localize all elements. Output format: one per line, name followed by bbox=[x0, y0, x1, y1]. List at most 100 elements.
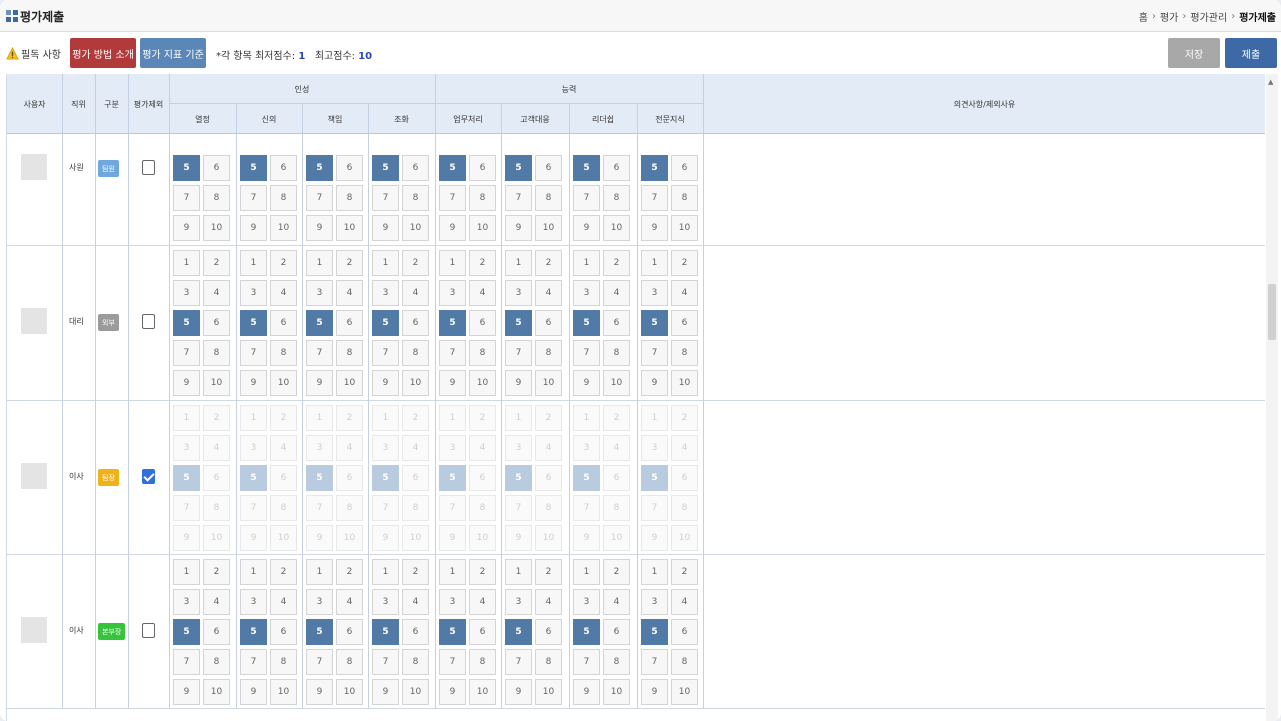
score-button[interactable]: 6 bbox=[270, 619, 297, 645]
score-button[interactable]: 5 bbox=[240, 465, 267, 491]
score-button[interactable]: 2 bbox=[336, 559, 363, 585]
score-button[interactable]: 4 bbox=[336, 589, 363, 615]
score-button[interactable]: 7 bbox=[505, 495, 532, 521]
score-button[interactable]: 3 bbox=[173, 435, 200, 461]
score-button[interactable]: 3 bbox=[641, 280, 668, 306]
score-button[interactable]: 8 bbox=[203, 185, 230, 211]
score-button[interactable]: 10 bbox=[535, 679, 562, 705]
score-button[interactable]: 10 bbox=[469, 679, 496, 705]
score-button[interactable]: 7 bbox=[505, 340, 532, 366]
score-button[interactable]: 1 bbox=[573, 405, 600, 431]
score-button[interactable]: 6 bbox=[469, 465, 496, 491]
score-button[interactable]: 6 bbox=[535, 619, 562, 645]
score-button[interactable]: 10 bbox=[336, 679, 363, 705]
breadcrumb-management[interactable]: 평가관리 bbox=[1190, 9, 1227, 24]
score-button[interactable]: 8 bbox=[270, 495, 297, 521]
score-button[interactable]: 3 bbox=[641, 589, 668, 615]
score-button[interactable]: 1 bbox=[173, 559, 200, 585]
score-button[interactable]: 7 bbox=[240, 649, 267, 675]
score-button[interactable]: 8 bbox=[402, 185, 429, 211]
score-button[interactable]: 2 bbox=[603, 559, 630, 585]
score-button[interactable]: 8 bbox=[402, 340, 429, 366]
score-button[interactable]: 7 bbox=[173, 185, 200, 211]
score-button[interactable]: 6 bbox=[203, 465, 230, 491]
score-button[interactable]: 8 bbox=[336, 340, 363, 366]
score-button[interactable]: 10 bbox=[203, 215, 230, 241]
score-button[interactable]: 5 bbox=[641, 619, 668, 645]
score-button[interactable]: 4 bbox=[469, 280, 496, 306]
score-button[interactable]: 9 bbox=[372, 525, 399, 551]
score-button[interactable]: 4 bbox=[535, 435, 562, 461]
score-button[interactable]: 2 bbox=[203, 559, 230, 585]
score-button[interactable]: 7 bbox=[173, 340, 200, 366]
score-button[interactable]: 1 bbox=[240, 250, 267, 276]
score-button[interactable]: 8 bbox=[203, 340, 230, 366]
score-button[interactable]: 5 bbox=[439, 155, 466, 181]
exclude-checkbox[interactable] bbox=[142, 623, 155, 638]
score-button[interactable]: 2 bbox=[671, 250, 698, 276]
score-button[interactable]: 8 bbox=[336, 495, 363, 521]
exclude-checkbox[interactable] bbox=[142, 314, 155, 329]
score-button[interactable]: 3 bbox=[573, 589, 600, 615]
score-button[interactable]: 6 bbox=[203, 619, 230, 645]
score-button[interactable]: 5 bbox=[641, 310, 668, 336]
score-button[interactable]: 4 bbox=[671, 435, 698, 461]
score-button[interactable]: 10 bbox=[603, 525, 630, 551]
score-button[interactable]: 3 bbox=[306, 435, 333, 461]
score-button[interactable]: 9 bbox=[173, 215, 200, 241]
score-button[interactable]: 7 bbox=[306, 340, 333, 366]
score-button[interactable]: 5 bbox=[306, 465, 333, 491]
score-button[interactable]: 10 bbox=[402, 679, 429, 705]
score-button[interactable]: 5 bbox=[505, 310, 532, 336]
score-button[interactable]: 3 bbox=[372, 589, 399, 615]
score-button[interactable]: 4 bbox=[603, 280, 630, 306]
score-button[interactable]: 6 bbox=[270, 155, 297, 181]
score-button[interactable]: 3 bbox=[505, 589, 532, 615]
score-button[interactable]: 3 bbox=[306, 280, 333, 306]
score-button[interactable]: 10 bbox=[535, 525, 562, 551]
score-button[interactable]: 6 bbox=[402, 155, 429, 181]
score-button[interactable]: 5 bbox=[573, 465, 600, 491]
score-button[interactable]: 5 bbox=[173, 310, 200, 336]
score-button[interactable]: 2 bbox=[270, 250, 297, 276]
score-button[interactable]: 6 bbox=[402, 465, 429, 491]
score-button[interactable]: 7 bbox=[573, 649, 600, 675]
score-button[interactable]: 8 bbox=[402, 649, 429, 675]
score-button[interactable]: 3 bbox=[372, 280, 399, 306]
score-button[interactable]: 10 bbox=[402, 215, 429, 241]
score-button[interactable]: 4 bbox=[402, 589, 429, 615]
score-button[interactable]: 5 bbox=[573, 155, 600, 181]
score-button[interactable]: 9 bbox=[240, 215, 267, 241]
score-button[interactable]: 2 bbox=[402, 405, 429, 431]
score-button[interactable]: 9 bbox=[306, 679, 333, 705]
score-button[interactable]: 1 bbox=[372, 559, 399, 585]
score-button[interactable]: 9 bbox=[641, 370, 668, 396]
score-button[interactable]: 7 bbox=[573, 495, 600, 521]
score-button[interactable]: 3 bbox=[240, 435, 267, 461]
score-button[interactable]: 2 bbox=[535, 250, 562, 276]
score-button[interactable]: 4 bbox=[402, 435, 429, 461]
score-button[interactable]: 8 bbox=[336, 185, 363, 211]
score-button[interactable]: 6 bbox=[336, 310, 363, 336]
score-button[interactable]: 9 bbox=[306, 370, 333, 396]
score-button[interactable]: 1 bbox=[173, 405, 200, 431]
score-button[interactable]: 2 bbox=[270, 559, 297, 585]
score-button[interactable]: 6 bbox=[270, 465, 297, 491]
score-button[interactable]: 2 bbox=[535, 559, 562, 585]
score-button[interactable]: 9 bbox=[439, 525, 466, 551]
score-button[interactable]: 9 bbox=[505, 525, 532, 551]
score-button[interactable]: 3 bbox=[439, 280, 466, 306]
score-button[interactable]: 2 bbox=[203, 405, 230, 431]
score-button[interactable]: 5 bbox=[505, 619, 532, 645]
score-button[interactable]: 3 bbox=[573, 280, 600, 306]
score-button[interactable]: 7 bbox=[240, 340, 267, 366]
score-button[interactable]: 6 bbox=[469, 310, 496, 336]
score-button[interactable]: 6 bbox=[402, 310, 429, 336]
score-button[interactable]: 6 bbox=[535, 465, 562, 491]
score-button[interactable]: 5 bbox=[372, 155, 399, 181]
score-button[interactable]: 9 bbox=[439, 679, 466, 705]
score-button[interactable]: 6 bbox=[469, 619, 496, 645]
score-button[interactable]: 1 bbox=[240, 405, 267, 431]
score-button[interactable]: 5 bbox=[240, 155, 267, 181]
score-button[interactable]: 9 bbox=[641, 525, 668, 551]
